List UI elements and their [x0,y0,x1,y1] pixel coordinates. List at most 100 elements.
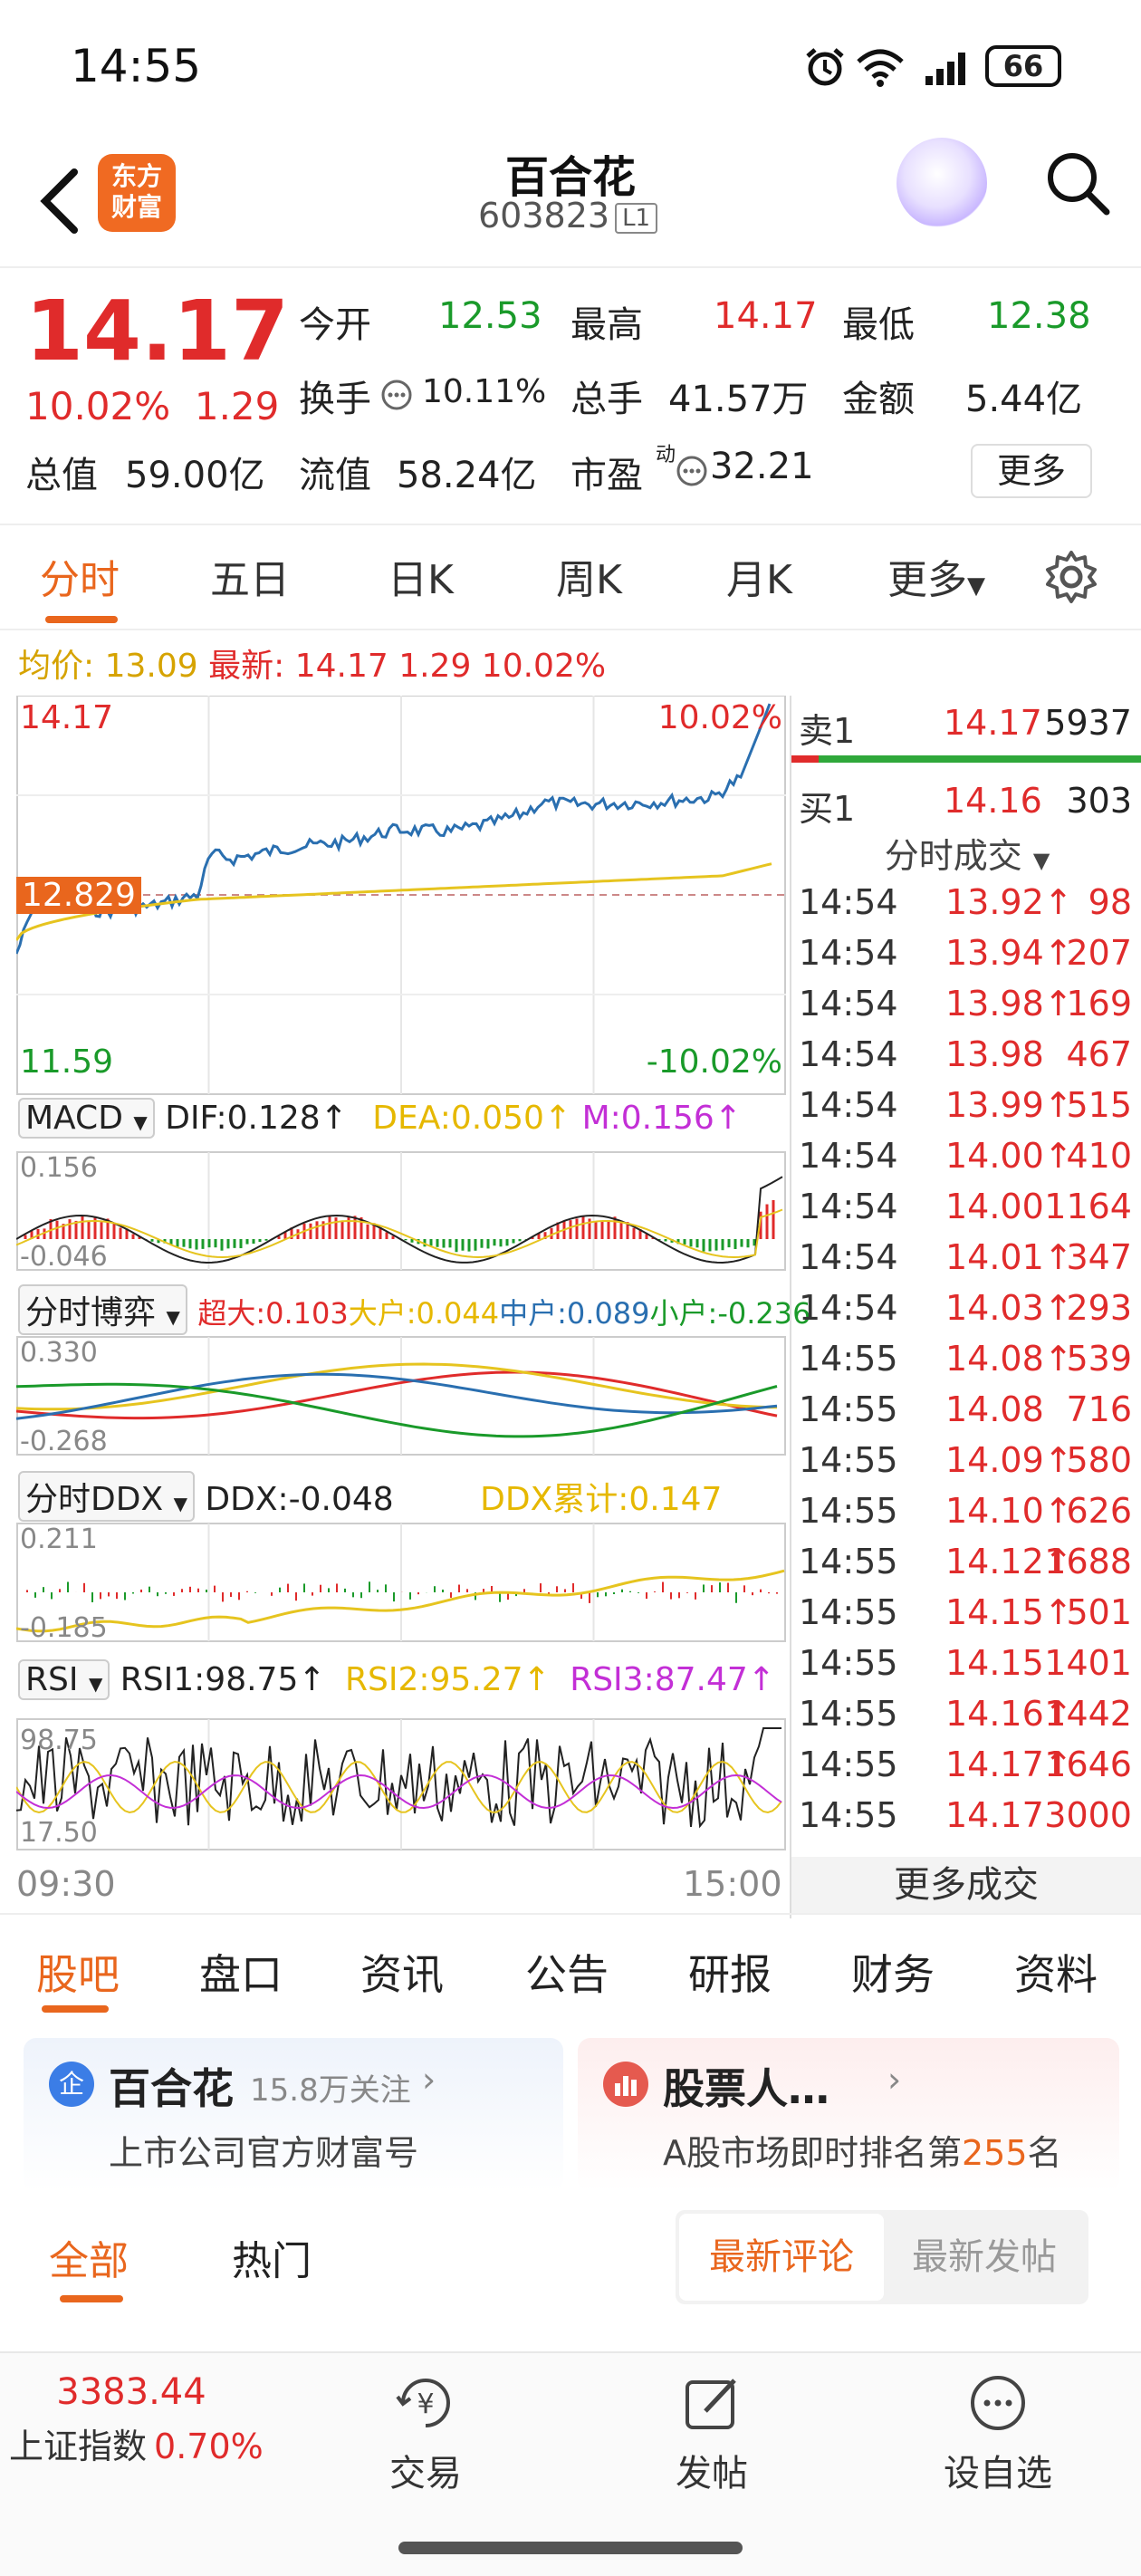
post-button[interactable]: 发帖 [639,2371,784,2496]
search-icon[interactable] [1041,147,1114,219]
tab-guba[interactable]: 股吧 [36,1942,120,2002]
feed-all-tab[interactable]: 全部 [49,2228,129,2286]
rsi1: RSI1:98.75↑ [120,1661,326,1698]
index-ticker[interactable]: 3383.44 上证指数 0.70% [9,2371,264,2468]
macd-m: M:0.156↑ [581,1100,742,1137]
pe-superscript: 动 [656,444,676,466]
macd-selector[interactable]: MACD ▼ [18,1098,155,1139]
sort-latest-comment[interactable]: 最新评论 [679,2214,884,2301]
top-price-label: 14.17 [20,699,114,736]
trade-volume: 1646 [1044,1745,1132,1784]
tab-research[interactable]: 研报 [688,1942,772,2002]
trade-price: 14.03↑ [945,1288,1073,1328]
tab-notices[interactable]: 公告 [525,1942,609,2002]
trade-volume: 3000 [1044,1795,1132,1835]
trade-volume: 169 [1066,984,1132,1024]
order-ratio-bar [791,755,1141,763]
large-line [16,1362,778,1411]
trade-row: 14:54 14.00↑ 410 [799,1136,1136,1183]
intraday-chart-area[interactable]: 14.17 10.02% 12.829 11.59 -10.02% MACD ▼… [16,696,810,1859]
trade-row: 14:54 13.98↑ 169 [799,984,1136,1031]
alarm-icon [806,48,844,86]
tab-daily-k[interactable]: 日K [388,547,454,605]
bo-selector[interactable]: 分时博弈 ▼ [18,1284,187,1335]
feed-hot-tab[interactable]: 热门 [232,2228,312,2286]
bo-small: 小户:-0.236 [649,1296,811,1331]
trade-label: 交易 [389,2453,462,2494]
assistant-avatar[interactable] [896,138,987,228]
feed-tab-underline [60,2295,123,2302]
tab-five-day[interactable]: 五日 [210,547,290,605]
signal-icon [925,53,965,85]
active-tab-underline [45,616,118,623]
bo-super: 超大:0.103 [197,1296,349,1331]
more-quote-button[interactable]: 更多 [971,444,1092,498]
trade-row: 14:55 14.09↑ 580 [799,1440,1136,1487]
float-label: 流值 [299,455,371,496]
open-value: 12.53 [438,295,542,337]
stock-code: 603823 [478,196,610,235]
info-icon[interactable] [380,379,413,411]
rsi-selector[interactable]: RSI ▼ [18,1659,110,1700]
bo-medium: 中户:0.089 [499,1296,650,1331]
tab-more[interactable]: 更多▼ [887,547,985,605]
trade-price: 14.15↑ [945,1592,1073,1632]
ranking-card[interactable]: 股票人… › A股市场即时排名第255名 [578,2038,1119,2192]
quote-panel: 14.17 10.02% 1.29 今开 12.53 最高 14.17 最低 1… [0,268,1141,525]
tab-monthly-k[interactable]: 月K [726,547,792,605]
ddx-top-label: 0.211 [20,1523,98,1555]
edit-icon [686,2379,736,2429]
more-trades-button[interactable]: 更多成交 [790,1857,1141,1913]
trade-time: 14:55 [799,1542,898,1581]
trade-price: 14.00↑ [945,1136,1073,1176]
tab-pankou[interactable]: 盘口 [199,1942,283,2002]
trade-time: 14:54 [799,1136,898,1176]
mcap-value: 59.00亿 [125,455,265,496]
add-watchlist-button[interactable]: 设自选 [925,2371,1070,2496]
status-bar: 14:55 66 [0,0,1141,136]
amount-value: 5.44亿 [965,379,1083,420]
trade-time: 14:54 [799,1085,898,1125]
trade-price: 13.94↑ [945,933,1073,973]
level-badge[interactable]: L1 [615,202,658,234]
order-book: 卖1 14.17 5937 买1 14.16 303 分时成交 ▼ 14:54 13.92… [790,696,1141,1918]
gear-icon[interactable] [1043,549,1099,605]
home-indicator [398,2542,743,2554]
avg-value: 13.09 [104,648,198,685]
index-value: 3383.44 [56,2371,206,2413]
chevron-right-icon: › [422,2060,436,2100]
ranking-chart-icon [603,2062,648,2107]
chevron-down-icon: ▼ [967,572,985,600]
trade-price: 13.98↑ [945,984,1073,1024]
avg-price-line: 均价: 13.09 最新: 14.17 1.29 10.02% [18,639,606,687]
ddx-selector[interactable]: 分时DDX ▼ [18,1471,195,1522]
rank-suffix: 名 [1027,2133,1062,2173]
buy-volume: 303 [1066,781,1132,821]
tab-profile[interactable]: 资料 [1014,1942,1098,2002]
time-end-label: 15:00 [683,1864,782,1904]
period-tabs: 分时 五日 日K 周K 月K 更多▼ [0,525,1141,630]
trade-price: 14.15 [945,1643,1044,1683]
tab-intraday[interactable]: 分时 [40,547,120,605]
trade-button[interactable]: ¥ 交易 [353,2371,498,2496]
bo-bot-label: -0.268 [20,1426,108,1457]
ddx-cumulative: DDX累计:0.147 [480,1481,723,1518]
trade-price: 14.08↑ [945,1339,1073,1379]
macd-dif: DIF:0.128↑ [165,1100,348,1137]
trade-row: 14:55 14.10↑ 626 [799,1491,1136,1538]
trade-price: 14.01↑ [945,1237,1073,1277]
buy-row: 买1 14.16 303 [799,781,1136,829]
tab-finance[interactable]: 财务 [851,1942,935,2002]
pe-info-icon[interactable] [676,455,708,487]
ddx-value: DDX:-0.048 [205,1481,394,1518]
trade-icon: ¥ [396,2379,450,2427]
sort-toggle: 最新评论 最新发帖 [676,2210,1088,2304]
trade-row: 14:54 14.00 1164 [799,1187,1136,1234]
sort-latest-post[interactable]: 最新发帖 [884,2214,1085,2301]
trades-title[interactable]: 分时成交 ▼ [791,828,1141,878]
company-card[interactable]: 企 百合花 15.8万关注 › 上市公司官方财富号 [24,2038,563,2192]
tab-news[interactable]: 资讯 [360,1942,444,2002]
trade-volume: 501 [1066,1592,1132,1632]
trade-time: 14:54 [799,1187,898,1226]
tab-weekly-k[interactable]: 周K [556,547,622,605]
